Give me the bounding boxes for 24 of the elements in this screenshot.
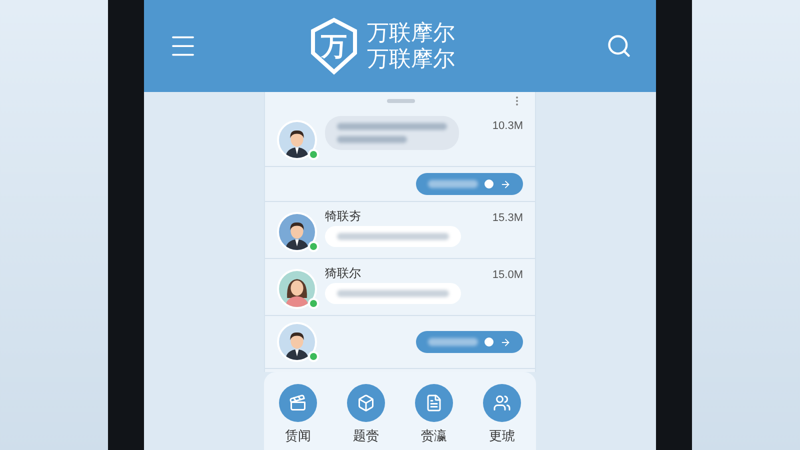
people-icon — [493, 394, 511, 412]
contact-name: 猗联尔 — [325, 265, 362, 281]
blurred-text — [428, 338, 478, 346]
shield-logo-icon — [309, 17, 359, 75]
person-avatar-icon — [277, 120, 317, 160]
file-size: 15.3M — [492, 211, 523, 226]
drag-handle[interactable] — [387, 99, 415, 103]
contact-name: 犄联夯 — [325, 208, 362, 224]
brand-name: 万联摩尔 — [367, 20, 455, 46]
clapperboard-icon — [289, 394, 307, 412]
person-avatar-icon — [277, 322, 317, 362]
file-size: 10.3M — [492, 119, 523, 134]
logo-mark: 万 — [321, 32, 347, 60]
person-avatar-icon — [277, 269, 317, 309]
cube-icon — [357, 394, 375, 412]
search-button[interactable] — [606, 33, 632, 59]
brand-name: 万联摩尔 — [367, 46, 455, 72]
blurred-text — [337, 136, 407, 143]
arrow-right-icon — [500, 178, 511, 190]
blurred-text — [428, 180, 478, 188]
arrow-right-icon — [500, 336, 511, 348]
person-avatar-icon — [277, 212, 317, 252]
file-size: 15.0M — [492, 268, 523, 283]
document-icon — [425, 394, 443, 412]
